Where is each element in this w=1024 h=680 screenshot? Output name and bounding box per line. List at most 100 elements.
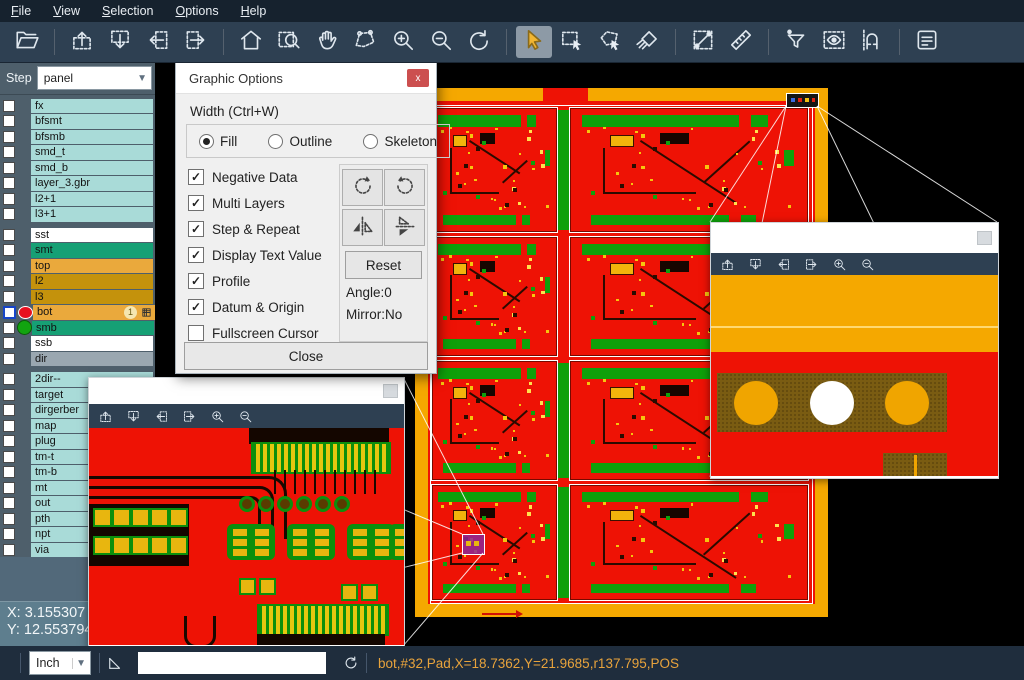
- checkbox-display-text-value[interactable]: ✓Display Text Value: [188, 242, 322, 268]
- rotate-ccw-button[interactable]: [384, 169, 425, 206]
- magnifier-source-rect[interactable]: [786, 93, 819, 108]
- layer-visibility-checkbox[interactable]: [3, 482, 15, 494]
- flip-horizontal-button[interactable]: [342, 209, 383, 246]
- layer-visibility-checkbox[interactable]: [3, 404, 15, 416]
- menu-item-view[interactable]: View: [42, 0, 91, 22]
- pcb-board[interactable]: [570, 485, 808, 600]
- zoom-out-icon[interactable]: [238, 409, 253, 424]
- pcb-board[interactable]: [570, 108, 808, 232]
- layer-row[interactable]: l2: [0, 274, 155, 290]
- measure-angle-icon[interactable]: [106, 654, 124, 672]
- layer-name[interactable]: bfsmb: [31, 130, 153, 145]
- pan-up-icon[interactable]: [98, 409, 113, 424]
- layer-visibility-checkbox[interactable]: [3, 162, 15, 174]
- magnifier-source-rect[interactable]: [462, 534, 485, 555]
- popup-window-button[interactable]: [977, 231, 992, 245]
- layer-row[interactable]: fx: [0, 98, 155, 114]
- popup-pcb-view[interactable]: [89, 428, 404, 645]
- zoom-in-icon[interactable]: [210, 409, 225, 424]
- radio-fill[interactable]: Fill: [199, 134, 237, 149]
- layer-name[interactable]: top: [31, 259, 153, 274]
- checkbox-negative-data[interactable]: ✓Negative Data: [188, 164, 322, 190]
- select-polygon-button[interactable]: [592, 26, 628, 58]
- filter-button[interactable]: [778, 26, 814, 58]
- open-folder-button[interactable]: [9, 26, 45, 58]
- close-button[interactable]: Close: [184, 342, 428, 370]
- pcb-board[interactable]: [432, 237, 557, 356]
- popup-pcb-view[interactable]: [711, 275, 998, 476]
- layer-visibility-checkbox[interactable]: [3, 291, 15, 303]
- layer-name[interactable]: bfsmt: [31, 114, 153, 129]
- menu-item-file[interactable]: File: [0, 0, 42, 22]
- layer-visibility-checkbox[interactable]: [3, 497, 15, 509]
- layer-visibility-checkbox[interactable]: [3, 513, 15, 525]
- zoom-popup-window[interactable]: [88, 377, 405, 648]
- layer-visibility-checkbox[interactable]: [3, 275, 15, 287]
- menu-item-selection[interactable]: Selection: [91, 0, 164, 22]
- close-icon[interactable]: x: [407, 69, 429, 87]
- layer-visibility-checkbox[interactable]: [3, 229, 15, 241]
- layer-row[interactable]: layer_3.gbr: [0, 176, 155, 192]
- rotate-cw-button[interactable]: [342, 169, 383, 206]
- popup-window-button[interactable]: [383, 384, 398, 398]
- zoom-out-button[interactable]: [423, 26, 459, 58]
- radio-outline[interactable]: Outline: [268, 134, 332, 149]
- layer-visibility-checkbox[interactable]: [3, 115, 15, 127]
- layer-row[interactable]: top: [0, 258, 155, 274]
- snap-button[interactable]: [854, 26, 890, 58]
- layer-visibility-checkbox[interactable]: [3, 435, 15, 447]
- select-button[interactable]: [516, 26, 552, 58]
- pan-up-button[interactable]: [64, 26, 100, 58]
- zoom-window-button[interactable]: [271, 26, 307, 58]
- popup-title-bar[interactable]: [89, 378, 404, 404]
- zoom-previous-button[interactable]: [461, 26, 497, 58]
- pan-right-icon[interactable]: [804, 257, 819, 272]
- layer-name[interactable]: ssb: [31, 336, 153, 351]
- command-input[interactable]: [138, 652, 326, 674]
- pcb-board[interactable]: [432, 108, 557, 232]
- checkbox-profile[interactable]: ✓Profile: [188, 268, 322, 294]
- layer-visibility-checkbox[interactable]: [3, 466, 15, 478]
- layer-row[interactable]: smd_b: [0, 160, 155, 176]
- layer-visibility-checkbox[interactable]: [3, 528, 15, 540]
- layer-name[interactable]: smd_t: [31, 145, 153, 160]
- layer-visibility-checkbox[interactable]: [3, 244, 15, 256]
- table-icon[interactable]: [141, 307, 152, 321]
- layer-row[interactable]: smd_t: [0, 145, 155, 161]
- home-button[interactable]: [233, 26, 269, 58]
- view-options-button[interactable]: [816, 26, 852, 58]
- layer-name[interactable]: l3: [31, 290, 153, 305]
- layer-row[interactable]: smb: [0, 320, 155, 336]
- menu-item-help[interactable]: Help: [230, 0, 278, 22]
- layer-row[interactable]: sst: [0, 227, 155, 243]
- pan-down-icon[interactable]: [126, 409, 141, 424]
- pcb-board[interactable]: [432, 485, 557, 600]
- layer-row[interactable]: bfsmt: [0, 114, 155, 130]
- layer-visibility-checkbox[interactable]: [3, 146, 15, 158]
- layer-visibility-checkbox[interactable]: [3, 420, 15, 432]
- zoom-out-icon[interactable]: [860, 257, 875, 272]
- layer-row[interactable]: l3: [0, 289, 155, 305]
- layer-visibility-checkbox[interactable]: [3, 373, 15, 385]
- layer-row[interactable]: l2+1: [0, 191, 155, 207]
- pan-down-icon[interactable]: [748, 257, 763, 272]
- layer-visibility-checkbox[interactable]: [3, 451, 15, 463]
- layer-name[interactable]: dir: [31, 352, 153, 367]
- layer-visibility-checkbox[interactable]: [3, 177, 15, 189]
- zoom-object-button[interactable]: [347, 26, 383, 58]
- layer-visibility-checkbox[interactable]: [3, 131, 15, 143]
- units-select[interactable]: Inch ▼: [29, 651, 91, 675]
- measure-ruler-button[interactable]: [723, 26, 759, 58]
- layer-name[interactable]: l2+1: [31, 192, 153, 207]
- popup-title-bar[interactable]: [711, 223, 998, 253]
- layer-name[interactable]: l3+1: [31, 207, 153, 222]
- layer-row[interactable]: smt: [0, 243, 155, 259]
- layer-name[interactable]: layer_3.gbr: [31, 176, 153, 191]
- layer-visibility-checkbox[interactable]: [3, 389, 15, 401]
- pan-right-icon[interactable]: [182, 409, 197, 424]
- pcb-board[interactable]: [432, 361, 557, 480]
- layer-visibility-checkbox[interactable]: [3, 544, 15, 556]
- pan-down-button[interactable]: [102, 26, 138, 58]
- checkbox-datum-origin[interactable]: ✓Datum & Origin: [188, 294, 322, 320]
- clear-button[interactable]: [630, 26, 666, 58]
